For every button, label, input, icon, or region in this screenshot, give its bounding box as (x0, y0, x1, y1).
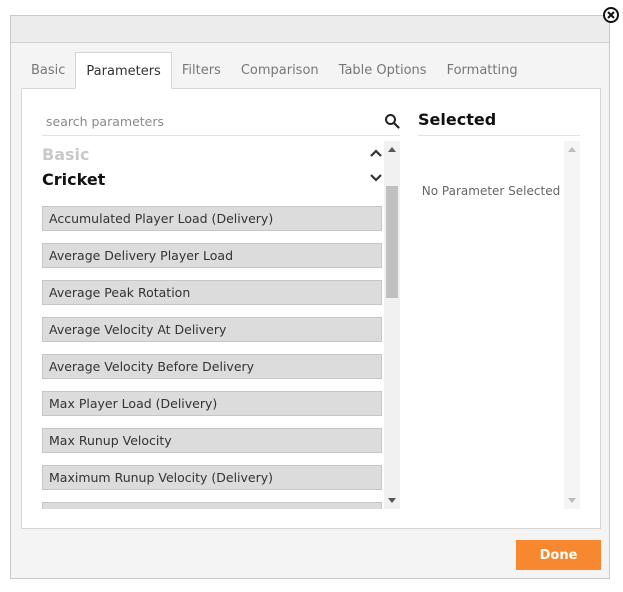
scroll-up-icon[interactable] (388, 147, 396, 152)
parameter-item[interactable]: Average Velocity At Delivery (42, 317, 382, 342)
tab-parameters[interactable]: Parameters (75, 52, 172, 89)
tab-filters[interactable]: Filters (172, 52, 231, 89)
empty-selection-text: No Parameter Selected (421, 184, 561, 198)
selected-title: Selected (418, 109, 580, 136)
tab-bar: Basic Parameters Filters Comparison Tabl… (21, 52, 601, 89)
search-box (42, 109, 400, 136)
selected-list-scrollbar[interactable] (564, 141, 580, 509)
selected-list: No Parameter Selected (418, 141, 580, 509)
parameter-item[interactable]: Max Runup Velocity (42, 428, 382, 453)
parameters-panel: Basic Cricket Accumulated Player Load (D… (21, 88, 601, 529)
parameter-list-scrollbar[interactable] (384, 141, 400, 509)
chevron-up-icon[interactable] (369, 148, 383, 158)
parameter-item[interactable]: Average Velocity Before Delivery (42, 354, 382, 379)
parameter-item[interactable]: Average Peak Rotation (42, 280, 382, 305)
close-icon[interactable] (603, 7, 619, 23)
tab-basic[interactable]: Basic (21, 52, 75, 89)
group-label: Basic (42, 145, 90, 164)
dialog-header (11, 16, 609, 43)
parameter-item[interactable]: Average Delivery Player Load (42, 243, 382, 268)
group-header-cricket[interactable]: Cricket (42, 168, 385, 192)
tab-formatting[interactable]: Formatting (437, 52, 528, 89)
scroll-down-icon[interactable] (388, 498, 396, 503)
parameter-item[interactable] (42, 502, 382, 509)
done-button[interactable]: Done (516, 540, 601, 570)
parameter-item[interactable]: Max Player Load (Delivery) (42, 391, 382, 416)
group-header-basic[interactable]: Basic (42, 143, 385, 167)
search-input[interactable] (42, 109, 376, 133)
parameter-list: Basic Cricket Accumulated Player Load (D… (42, 141, 400, 509)
scroll-up-icon[interactable] (568, 147, 576, 152)
scrollbar-thumb[interactable] (386, 186, 398, 298)
scroll-down-icon[interactable] (568, 498, 576, 503)
tab-comparison[interactable]: Comparison (231, 52, 329, 89)
parameter-item[interactable]: Accumulated Player Load (Delivery) (42, 206, 382, 231)
tab-table-options[interactable]: Table Options (329, 52, 437, 89)
search-icon[interactable] (384, 113, 400, 129)
chevron-down-icon[interactable] (369, 173, 383, 183)
parameter-item[interactable]: Maximum Runup Velocity (Delivery) (42, 465, 382, 490)
group-label: Cricket (42, 170, 106, 189)
